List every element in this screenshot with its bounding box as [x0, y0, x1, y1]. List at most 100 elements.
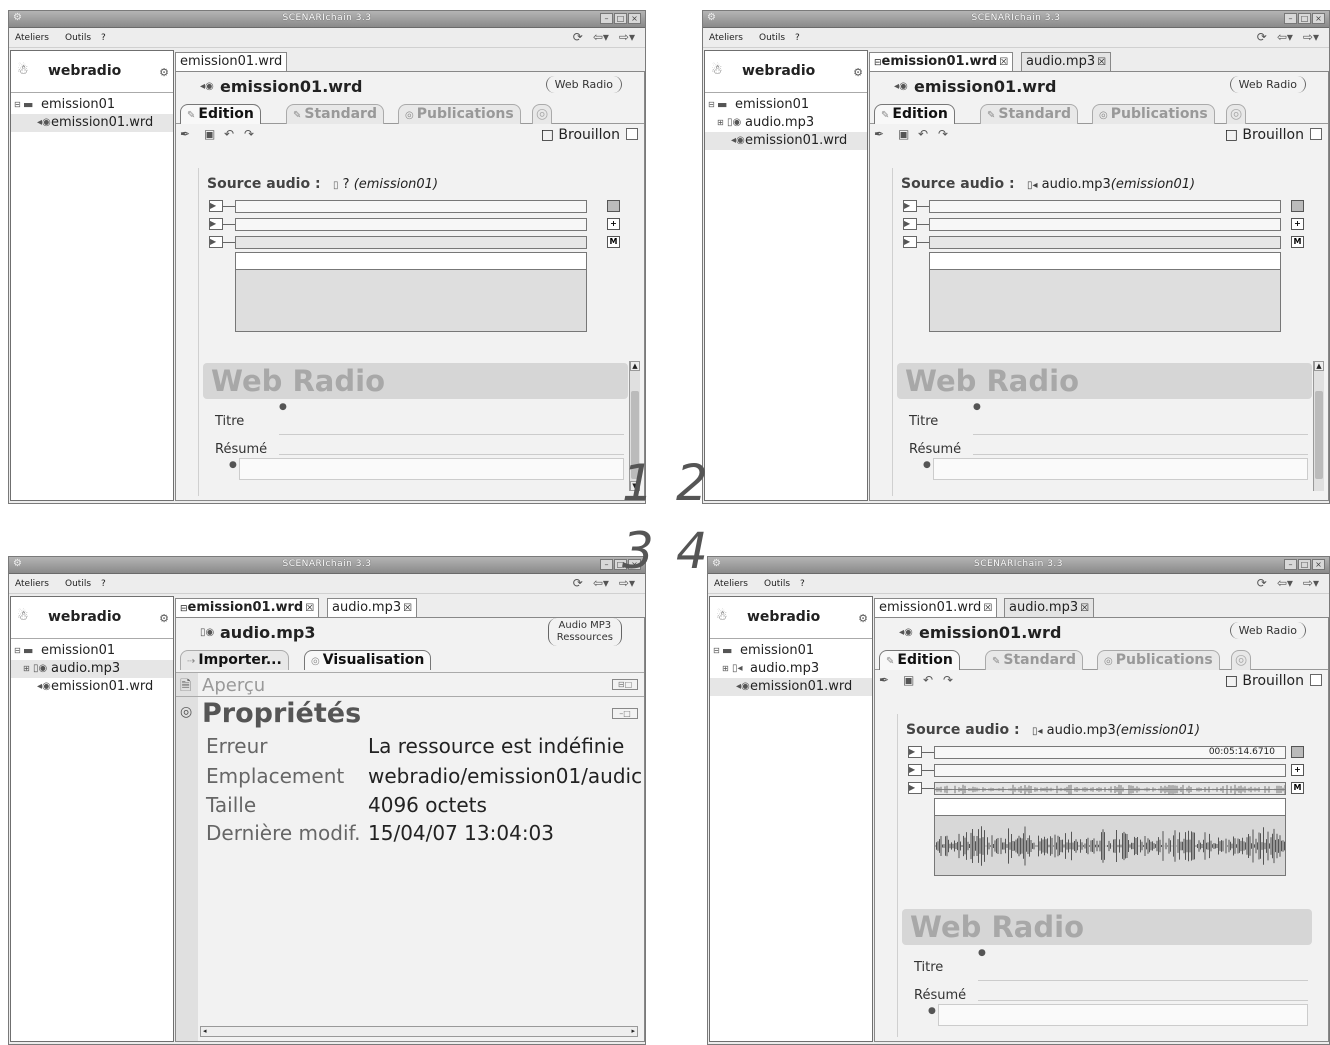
add-button[interactable]: +	[607, 218, 620, 230]
workspace-settings-icon[interactable]: ⚙	[159, 612, 169, 625]
play-button-2[interactable]: ▶	[903, 218, 917, 230]
tree-item-document[interactable]: ◂◉ emission01.wrd	[11, 678, 173, 696]
minimize-button[interactable]: –	[1284, 13, 1297, 24]
menu-outils[interactable]: Outils	[764, 579, 790, 589]
tree-item-document[interactable]: ◂◉ emission01.wrd	[705, 132, 867, 150]
workspace-name[interactable]: webradio	[48, 609, 121, 625]
status-toggle[interactable]	[1310, 674, 1322, 686]
tab-importer[interactable]: ⇢ Importer...	[180, 650, 289, 670]
menu-ateliers[interactable]: Ateliers	[714, 579, 748, 589]
status-draft[interactable]: □ Brouillon	[1225, 673, 1304, 689]
close-tab-icon[interactable]: ☒	[983, 603, 992, 614]
close-tab-icon[interactable]: ☒	[1097, 57, 1106, 68]
tree-item-audio[interactable]: ⊞ ▯◉ audio.mp3	[705, 114, 867, 132]
close-tab-icon[interactable]: ☒	[403, 603, 412, 614]
apercu-section[interactable]: 🗎 Aperçu ⊟□	[176, 673, 644, 697]
refresh-icon[interactable]: ⟳	[1257, 30, 1267, 44]
minimize-button[interactable]: –	[1284, 559, 1297, 570]
tab-publications[interactable]: ◎ Publications	[1097, 650, 1220, 670]
menu-ateliers[interactable]: Ateliers	[15, 579, 49, 589]
close-button[interactable]: ×	[628, 13, 641, 24]
forward-icon[interactable]: ⇨▾	[1303, 576, 1319, 590]
save-icon[interactable]: ▣	[898, 127, 909, 141]
proprietes-section[interactable]: ◎ Propriétés –□	[176, 698, 644, 732]
tab-more[interactable]: ◎	[532, 104, 553, 124]
track-bar-1[interactable]	[235, 200, 587, 213]
play-button-1[interactable]: ▶	[209, 200, 223, 212]
source-audio-value[interactable]: ▯ ? (emission01)	[333, 177, 438, 192]
minimize-button[interactable]: –	[600, 559, 613, 570]
collapse-icon[interactable]: ⊟	[713, 646, 720, 655]
tab-more[interactable]: ◎	[1231, 650, 1252, 670]
redo-icon[interactable]: ↷	[943, 673, 953, 687]
track-bar-3-waveform[interactable]	[934, 782, 1286, 795]
status-toggle[interactable]	[1310, 128, 1322, 140]
refresh-icon[interactable]: ⟳	[1257, 576, 1267, 590]
collapse-section-icon[interactable]: –□	[612, 708, 638, 719]
minimize-button[interactable]: –	[600, 13, 613, 24]
title-bar[interactable]: ⚙ SCENARIchain 3.3 – □ ×	[9, 11, 645, 28]
resume-input[interactable]	[239, 458, 624, 480]
undo-icon[interactable]: ↶	[923, 673, 933, 687]
tree-item-audio[interactable]: ⊞ ▯◉ audio.mp3	[11, 660, 173, 678]
menu-ateliers[interactable]: Ateliers	[709, 33, 743, 43]
tab-publications[interactable]: ◎ Publications	[398, 104, 521, 124]
tab-emission01[interactable]: emission01.wrd ☒	[874, 598, 998, 617]
play-button-2[interactable]: ▶	[908, 764, 922, 776]
workspace-settings-icon[interactable]: ⚙	[853, 66, 863, 79]
tree-item-audio[interactable]: ⊞ ▯◂ audio.mp3	[710, 660, 872, 678]
tab-standard[interactable]: ✎ Standard	[286, 104, 384, 124]
workspace-name[interactable]: webradio	[742, 63, 815, 79]
horizontal-scrollbar[interactable]: ◂ ▸	[200, 1026, 638, 1037]
track-bar-2[interactable]	[929, 218, 1281, 231]
track-bar-1[interactable]	[929, 200, 1281, 213]
source-audio-value[interactable]: ▯◂ audio.mp3(emission01)	[1032, 723, 1200, 738]
tab-audio[interactable]: audio.mp3 ☒	[327, 598, 418, 617]
tab-publications[interactable]: ◎ Publications	[1092, 104, 1215, 124]
workspace-name[interactable]: webradio	[48, 63, 121, 79]
workspace-settings-icon[interactable]: ⚙	[159, 66, 169, 79]
tree-item-document[interactable]: ◂◉ emission01.wrd	[11, 114, 173, 132]
expand-section-icon[interactable]: ⊟□	[612, 679, 638, 690]
menu-help[interactable]: ?	[101, 579, 106, 589]
stop-button[interactable]	[1291, 200, 1304, 212]
tree-item-folder[interactable]: ⊟ ▬ emission01	[11, 96, 173, 114]
status-draft[interactable]: □ Brouillon	[541, 127, 620, 143]
title-bar[interactable]: ⚙ SCENARIchain 3.3 – □ ×	[9, 557, 645, 574]
close-tab-icon[interactable]: ☒	[999, 57, 1008, 68]
tab-emission01[interactable]: ⊟emission01.wrd ☒	[175, 598, 320, 617]
undo-icon[interactable]: ↶	[918, 127, 928, 141]
marker-button[interactable]: M	[1291, 782, 1304, 794]
add-button[interactable]: +	[1291, 764, 1304, 776]
back-icon[interactable]: ⇦▾	[1277, 30, 1293, 44]
menu-help[interactable]: ?	[800, 579, 805, 589]
close-tab-icon[interactable]: ☒	[305, 603, 314, 614]
expand-icon[interactable]: ⊞	[717, 118, 724, 127]
stop-button[interactable]	[1291, 746, 1304, 758]
undo-icon[interactable]: ↶	[224, 127, 234, 141]
tab-audio[interactable]: audio.mp3 ☒	[1021, 52, 1112, 71]
marker-button[interactable]: M	[1291, 236, 1304, 248]
play-button-3[interactable]: ▶	[903, 236, 917, 248]
play-button-3[interactable]: ▶	[908, 782, 922, 794]
status-toggle[interactable]	[626, 128, 638, 140]
track-bar-1[interactable]: 00:05:14.6710	[934, 746, 1286, 759]
collapse-icon[interactable]: ⊟	[14, 646, 21, 655]
resume-input[interactable]	[938, 1004, 1308, 1026]
vertical-scrollbar[interactable]: ▲	[1313, 361, 1324, 491]
expand-icon[interactable]: ⊞	[23, 664, 30, 673]
edit-mode-icon[interactable]: ✒	[180, 127, 190, 141]
edit-mode-icon[interactable]: ✒	[874, 127, 884, 141]
status-draft[interactable]: □ Brouillon	[1225, 127, 1304, 143]
tab-standard[interactable]: ✎ Standard	[985, 650, 1083, 670]
resume-input[interactable]	[933, 458, 1308, 480]
play-button-1[interactable]: ▶	[903, 200, 917, 212]
tree-item-folder[interactable]: ⊟ ▬ emission01	[710, 642, 872, 660]
save-icon[interactable]: ▣	[903, 673, 914, 687]
back-icon[interactable]: ⇦▾	[1277, 576, 1293, 590]
expand-icon[interactable]: ⊞	[722, 664, 729, 673]
menu-help[interactable]: ?	[795, 33, 800, 43]
track-bar-3[interactable]	[235, 236, 587, 249]
close-button[interactable]: ×	[1312, 13, 1325, 24]
redo-icon[interactable]: ↷	[244, 127, 254, 141]
